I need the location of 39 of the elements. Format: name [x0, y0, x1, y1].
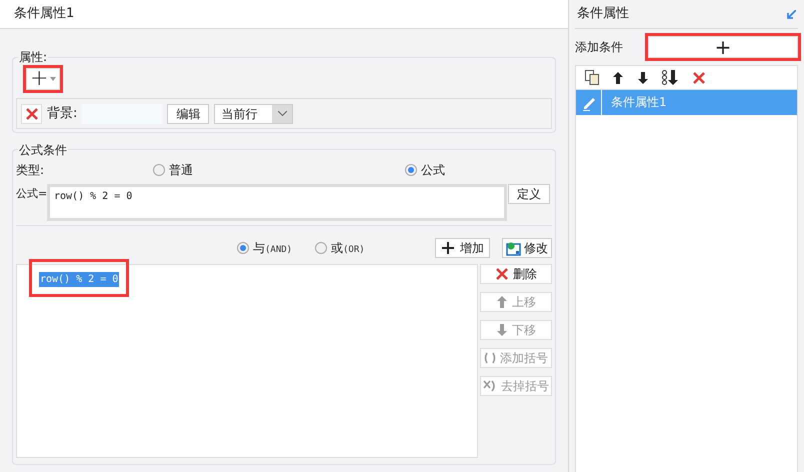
plus-icon	[441, 241, 455, 255]
add-dropdown-button[interactable]: +	[26, 68, 60, 90]
add-condition-label: 添加条件	[575, 39, 624, 56]
delete-icon[interactable]	[692, 70, 706, 84]
up-arrow-icon	[496, 295, 508, 309]
expand-arrow-icon[interactable]	[787, 10, 796, 18]
up-arrow-icon[interactable]	[612, 70, 624, 84]
remove-brackets-icon	[483, 380, 497, 392]
scope-select[interactable]: 当前行	[214, 104, 294, 124]
type-label: 类型:	[16, 162, 46, 179]
gear-window-icon	[506, 240, 521, 256]
down-arrow-icon	[496, 323, 508, 337]
group-legend: 属性:	[18, 48, 48, 66]
formula-label: 公式=	[16, 186, 47, 202]
define-button[interactable]: 定义	[508, 184, 550, 204]
group-legend: 公式条件	[18, 141, 68, 159]
property-label: 背景:	[47, 104, 78, 123]
formula-field[interactable]: row() % 2 = 0	[47, 184, 507, 221]
delete-icon	[495, 267, 509, 281]
modify-button[interactable]: 修改	[502, 238, 552, 258]
delete-button[interactable]: 删除	[480, 264, 552, 284]
caret-icon	[50, 77, 56, 81]
brackets-icon	[484, 352, 496, 364]
type-radio[interactable]: 普通	[153, 161, 405, 179]
copy-icon[interactable]	[585, 70, 599, 85]
delete-icon	[24, 106, 38, 120]
add-condition-button[interactable]: +	[648, 36, 798, 58]
logic-radio[interactable]: 或(OR)	[315, 238, 435, 258]
type-radio[interactable]: 公式	[405, 161, 445, 179]
panel-title: 条件属性1	[14, 5, 74, 24]
down-arrow-icon[interactable]	[637, 70, 649, 84]
move-to-bottom-icon[interactable]	[662, 70, 679, 85]
add-condition-button[interactable]: 增加	[435, 238, 490, 258]
remove-property-button[interactable]	[21, 104, 42, 124]
logic-radio[interactable]: 与(AND)	[237, 238, 315, 258]
add-label: +	[30, 70, 48, 88]
chevron-down-icon	[278, 111, 287, 116]
edit-button[interactable]: 编辑	[167, 104, 210, 124]
panel-title: 条件属性	[577, 5, 629, 24]
